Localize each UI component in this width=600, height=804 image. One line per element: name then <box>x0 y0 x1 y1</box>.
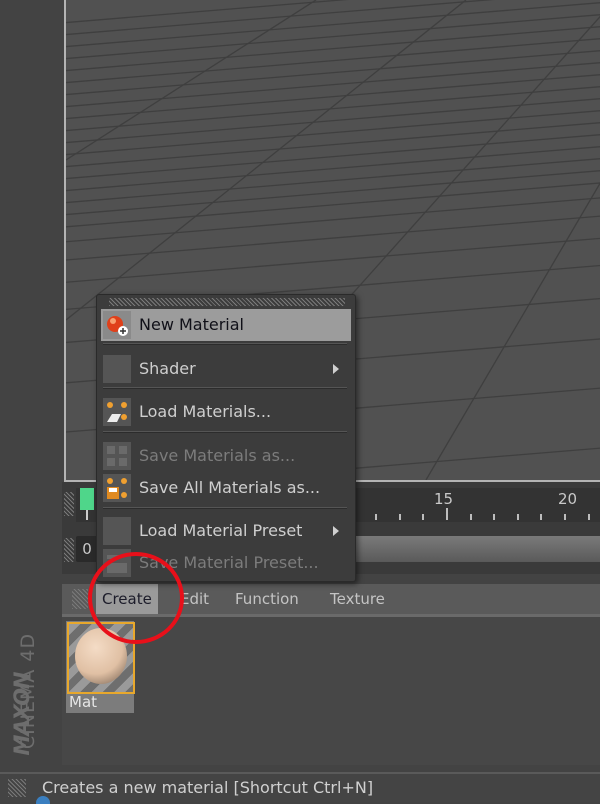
submenu-arrow-icon <box>333 364 339 374</box>
menu-separator <box>103 387 347 389</box>
maxon-cinema4d-logo: MAXON CINEMA 4D <box>4 620 58 765</box>
ruler-tick <box>375 514 378 520</box>
status-info-icon <box>36 796 50 804</box>
frame-range-slider[interactable] <box>352 536 600 562</box>
menu-item-save-material-preset[interactable]: Save Material Preset... <box>101 547 351 579</box>
menu-item-label: Save Material Preset... <box>139 553 319 572</box>
grid-line <box>66 62 600 108</box>
grid-line <box>66 0 467 321</box>
grid-line <box>66 122 600 168</box>
menu-item-label: Save All Materials as... <box>139 478 321 497</box>
menu-item-new-material[interactable]: New Material <box>101 309 351 341</box>
menu-item-load-material-preset[interactable]: Load Material Preset <box>101 515 351 547</box>
current-frame-field[interactable]: 0 <box>76 536 98 562</box>
grid-line <box>66 215 600 261</box>
current-frame-stem <box>86 510 88 520</box>
grid-line <box>66 26 600 72</box>
popup-tearoff-grip[interactable] <box>109 298 345 306</box>
grid-line <box>66 98 600 144</box>
material-preview <box>67 622 135 694</box>
material-manager-menubar: Create Edit Function Texture <box>62 584 600 614</box>
brand-product: CINEMA 4D <box>17 632 39 750</box>
grid-line <box>66 0 495 36</box>
new-material-icon <box>103 311 131 339</box>
grid-line <box>66 146 600 192</box>
menu-edit[interactable]: Edit <box>174 584 215 614</box>
ruler-label: 15 <box>434 490 454 508</box>
grid-line <box>66 74 600 120</box>
grid-line <box>66 110 600 156</box>
grid-line <box>66 237 600 283</box>
menu-separator <box>103 431 347 433</box>
grid-line <box>66 2 600 48</box>
status-grip[interactable] <box>8 779 26 797</box>
grid-line <box>66 50 600 96</box>
status-text: Creates a new material [Shortcut Ctrl+N] <box>42 778 374 797</box>
material-sphere-icon <box>75 628 127 684</box>
submenu-arrow-icon <box>333 526 339 536</box>
menu-item-save-materials-as[interactable]: Save Materials as... <box>101 440 351 472</box>
ruler-tick <box>587 514 590 520</box>
load-materials-icon <box>103 398 131 426</box>
material-manager-area[interactable]: Mat <box>62 614 600 765</box>
status-bar: Creates a new material [Shortcut Ctrl+N] <box>0 772 600 804</box>
save-preset-icon <box>103 549 131 577</box>
ruler-tick <box>540 514 543 520</box>
grid-line <box>66 38 600 84</box>
menu-separator <box>103 507 347 509</box>
ruler-tick <box>398 514 401 520</box>
menu-item-shader[interactable]: Shader <box>101 353 351 385</box>
menu-item-label: Load Materials... <box>139 402 272 421</box>
ruler-tick <box>422 514 425 520</box>
timeline-controls-grip[interactable] <box>64 538 74 562</box>
grid-line <box>66 0 349 24</box>
menu-item-load-materials[interactable]: Load Materials... <box>101 396 351 428</box>
ruler-tick <box>516 514 519 520</box>
save-all-materials-icon <box>103 474 131 502</box>
grid-line <box>425 182 600 480</box>
blank-icon <box>103 517 131 545</box>
menu-item-label: Save Materials as... <box>139 446 296 465</box>
save-materials-icon <box>103 442 131 470</box>
ruler-tick <box>564 514 566 520</box>
menu-separator <box>103 343 347 345</box>
ruler-tick <box>446 508 448 520</box>
grid-line <box>66 170 600 216</box>
menu-item-save-all-materials-as[interactable]: Save All Materials as... <box>101 472 351 504</box>
material-name: Mat <box>69 693 98 711</box>
menu-item-label: New Material <box>139 315 244 334</box>
menu-function[interactable]: Function <box>229 584 305 614</box>
blank-icon <box>103 355 131 383</box>
material-thumbnail[interactable]: Mat <box>66 621 135 713</box>
menu-texture[interactable]: Texture <box>324 584 391 614</box>
grid-line <box>66 158 600 204</box>
menubar-grip[interactable] <box>72 589 88 609</box>
timeline-grip[interactable] <box>64 492 74 516</box>
current-frame-marker[interactable] <box>80 488 94 510</box>
grid-line <box>66 134 600 180</box>
menu-create[interactable]: Create <box>96 584 158 614</box>
menu-item-label: Shader <box>139 359 196 378</box>
grid-line <box>66 14 600 60</box>
ruler-label: 20 <box>558 490 578 508</box>
create-menu-popup: New Material Shader Load Materials... Sa… <box>96 294 356 582</box>
menu-item-label: Load Material Preset <box>139 521 303 540</box>
ruler-tick <box>469 514 472 520</box>
ruler-tick <box>493 514 496 520</box>
